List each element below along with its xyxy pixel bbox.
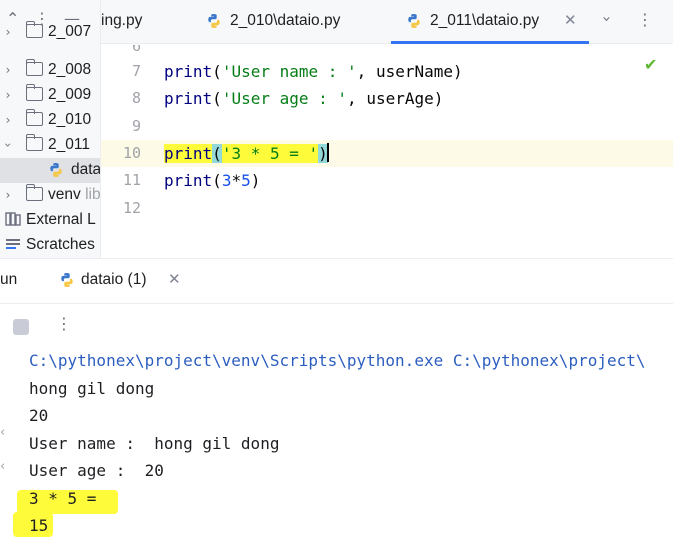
line-number: 10 bbox=[122, 144, 141, 162]
library-icon bbox=[5, 212, 21, 226]
code-line: 11 print(3*5) bbox=[101, 167, 673, 194]
tree-item-external-libraries[interactable]: External L bbox=[0, 208, 100, 233]
active-tab-indicator bbox=[391, 41, 589, 44]
tree-item-scratches[interactable]: Scratches bbox=[0, 233, 100, 258]
tree-item-label: 2_011 bbox=[48, 136, 90, 153]
tree-item-2-008[interactable]: › 2_008 bbox=[0, 58, 100, 83]
code-editor[interactable]: 6 7 print('User name : ', userName) 8 pr… bbox=[101, 45, 673, 256]
tab-2-011-dataio[interactable]: 2_011\dataio.py ✕ bbox=[391, 0, 589, 44]
line-number: 7 bbox=[131, 62, 141, 80]
tree-item-2-011[interactable]: › 2_011 bbox=[0, 133, 100, 158]
code-line: 9 bbox=[101, 113, 673, 140]
console-line: 15 bbox=[29, 516, 49, 535]
tab-label: 2_011\dataio.py bbox=[430, 12, 540, 29]
chevron-right-icon[interactable]: › bbox=[3, 86, 13, 104]
python-file-icon bbox=[61, 273, 73, 287]
run-window-title: un bbox=[0, 271, 18, 288]
console-line: User name : hong gil dong bbox=[29, 434, 280, 453]
console-output[interactable]: ‹ ‹ C:\pythonex\project\venv\Scripts\pyt… bbox=[0, 347, 673, 558]
chevron-right-icon[interactable]: › bbox=[3, 186, 13, 204]
folder-icon bbox=[25, 21, 43, 38]
chevron-down-icon[interactable]: › bbox=[0, 140, 17, 150]
run-tab-label: dataio (1) bbox=[81, 271, 147, 288]
folder-icon bbox=[25, 109, 43, 126]
console-line: hong gil dong bbox=[29, 379, 155, 398]
tree-item-label: 2_009 bbox=[48, 86, 92, 103]
console-line: 3 * 5 = bbox=[29, 489, 107, 508]
console-line: User age : 20 bbox=[29, 461, 164, 480]
folder-open-icon bbox=[25, 134, 43, 151]
project-pane: ⌃ ⋮ — › 2_007 › 2_008 › 2_009 › 2_010 › bbox=[0, 0, 101, 258]
code-text: print(3*5) bbox=[164, 171, 261, 190]
scratches-icon bbox=[6, 239, 20, 249]
folder-icon bbox=[25, 59, 43, 76]
gutter-marker: ‹ bbox=[0, 459, 6, 474]
gutter-marker: ‹ bbox=[0, 425, 6, 440]
tree-item-2-009[interactable]: › 2_009 bbox=[0, 83, 100, 108]
python-file-icon bbox=[208, 14, 220, 28]
run-tool-window-header: un dataio (1) ✕ bbox=[0, 258, 673, 302]
folder-icon bbox=[25, 184, 43, 201]
tree-item-label: 2_008 bbox=[48, 61, 92, 78]
run-tab-dataio[interactable]: dataio (1) ✕ bbox=[51, 259, 201, 303]
tab-label: ing.py bbox=[101, 12, 143, 29]
more-options-icon[interactable]: ⋮ bbox=[637, 10, 653, 29]
run-toolbar: ⋮ bbox=[0, 303, 673, 347]
code-line-current: 10 print('3 * 5 = ') bbox=[101, 140, 673, 167]
tree-item-label: 2_010 bbox=[48, 111, 92, 128]
code-text: print('User name : ', userName) bbox=[164, 62, 463, 81]
chevron-right-icon[interactable]: › bbox=[3, 61, 13, 79]
close-icon[interactable]: ✕ bbox=[564, 11, 577, 29]
chevron-down-icon[interactable]: › bbox=[598, 16, 616, 22]
code-line: 8 print('User age : ', userAge) bbox=[101, 85, 673, 112]
tree-item-label: venv lib bbox=[48, 186, 101, 203]
stop-button[interactable] bbox=[13, 319, 29, 335]
line-number: 11 bbox=[122, 171, 141, 189]
console-line-command: C:\pythonex\project\venv\Scripts\python.… bbox=[29, 351, 646, 370]
code-text: print('User age : ', userAge) bbox=[164, 89, 444, 108]
line-number: 9 bbox=[131, 117, 141, 135]
chevron-right-icon[interactable]: › bbox=[3, 111, 13, 129]
editor-tab-bar: ing.py 2_010\dataio.py 2_011\dataio.py ✕… bbox=[101, 0, 673, 44]
tree-item-label: Scratches bbox=[26, 236, 95, 253]
close-icon[interactable]: ✕ bbox=[168, 270, 181, 288]
tree-item-venv[interactable]: › venv lib bbox=[0, 183, 101, 208]
code-line: 7 print('User name : ', userName) bbox=[101, 58, 673, 85]
tab-2-010-dataio[interactable]: 2_010\dataio.py bbox=[197, 0, 387, 44]
folder-icon bbox=[25, 84, 43, 101]
more-options-icon[interactable]: ⋮ bbox=[56, 314, 72, 333]
line-number: 8 bbox=[131, 89, 141, 107]
python-file-icon bbox=[50, 163, 62, 177]
code-text: print('3 * 5 = ') bbox=[164, 143, 329, 163]
inspection-ok-icon[interactable]: ✔ bbox=[644, 55, 657, 74]
tree-item-2-010[interactable]: › 2_010 bbox=[0, 108, 100, 133]
tree-item-label: External L bbox=[26, 211, 96, 228]
line-number: 12 bbox=[122, 199, 141, 217]
tree-item-label: datai bbox=[71, 161, 101, 178]
code-line: 12 bbox=[101, 195, 673, 222]
tab-label: 2_010\dataio.py bbox=[230, 12, 341, 29]
tree-item-label: 2_007 bbox=[48, 23, 92, 40]
tree-item-2-007[interactable]: › 2_007 bbox=[0, 20, 100, 45]
chevron-right-icon[interactable]: › bbox=[3, 23, 13, 41]
python-file-icon bbox=[408, 14, 420, 28]
tree-item-dataio[interactable]: datai bbox=[0, 158, 101, 183]
tab-writing-py[interactable]: ing.py bbox=[101, 0, 197, 44]
console-line: 20 bbox=[29, 406, 49, 425]
